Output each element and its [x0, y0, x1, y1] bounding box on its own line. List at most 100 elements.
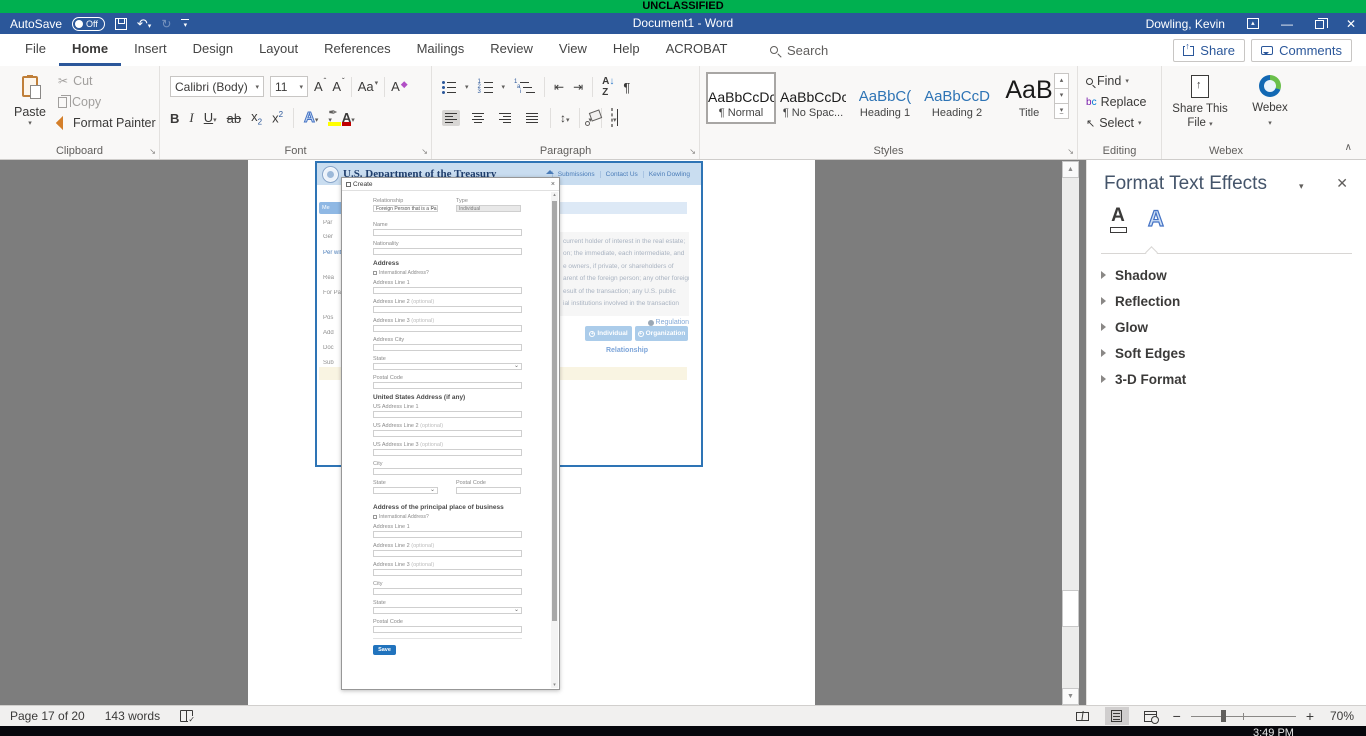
tab-references[interactable]: References — [311, 34, 403, 66]
undo-button[interactable]: ↶▾ — [137, 15, 151, 33]
numbering-button[interactable]: 1 2 3 — [478, 81, 493, 94]
zoom-in-button[interactable]: + — [1306, 708, 1314, 724]
panel-section-shadow[interactable]: Shadow — [1101, 262, 1356, 288]
multilevel-list-button[interactable]: 1 a i — [514, 81, 535, 94]
replace-button[interactable]: bc Replace — [1086, 95, 1146, 109]
panel-section-reflection[interactable]: Reflection — [1101, 288, 1356, 314]
style-heading-2[interactable]: AaBbCcDHeading 2 — [922, 72, 992, 124]
copy-button[interactable]: Copy — [58, 95, 156, 109]
scroll-down-button[interactable]: ▼ — [1062, 688, 1079, 705]
shrink-font-button[interactable]: Aˇ — [332, 79, 344, 94]
create-modal-screenshot[interactable]: Create × RelationshipForeign Person that… — [341, 177, 560, 690]
superscript-button[interactable]: x2 — [272, 110, 283, 125]
tab-design[interactable]: Design — [180, 34, 246, 66]
change-case-button[interactable]: Aa▾ — [358, 79, 378, 94]
close-button[interactable]: ✕ — [1346, 18, 1356, 30]
save-icon[interactable] — [115, 18, 127, 30]
tab-home[interactable]: Home — [59, 34, 121, 66]
tab-insert[interactable]: Insert — [121, 34, 180, 66]
styles-dialog-launcher[interactable]: ↘ — [1067, 147, 1074, 156]
align-left-button[interactable] — [442, 110, 460, 126]
styles-more-icon[interactable]: ▾̲ — [1054, 103, 1069, 119]
select-button[interactable]: ↖ Select ▾ — [1086, 116, 1146, 130]
style-no-spac[interactable]: AaBbCcDc¶ No Spac... — [778, 72, 848, 124]
cut-button[interactable]: ✂ Cut — [58, 74, 156, 88]
panel-section-soft-edges[interactable]: Soft Edges — [1101, 340, 1356, 366]
page-indicator[interactable]: Page 17 of 20 — [10, 709, 85, 723]
bullets-caret-icon[interactable]: ▾ — [465, 83, 469, 91]
panel-section-3-d-format[interactable]: 3-D Format — [1101, 366, 1356, 392]
grow-font-button[interactable]: Aˆ — [314, 79, 326, 94]
style-heading-1[interactable]: AaBbC(Heading 1 — [850, 72, 920, 124]
clipboard-dialog-launcher[interactable]: ↘ — [149, 147, 156, 156]
subscript-button[interactable]: x2 — [251, 109, 262, 127]
align-right-button[interactable] — [496, 110, 514, 126]
proofing-icon[interactable] — [180, 710, 193, 722]
text-effects-button[interactable]: A▾ — [304, 109, 318, 127]
autosave-toggle[interactable]: Off — [72, 17, 105, 31]
tab-view[interactable]: View — [546, 34, 600, 66]
increase-indent-button[interactable]: ⇥ — [573, 80, 583, 94]
shading-button[interactable]: ▾ — [589, 109, 593, 127]
italic-button[interactable]: I — [189, 110, 193, 126]
styles-scroll-down-icon[interactable]: ▾ — [1054, 88, 1069, 104]
search-box[interactable]: Search — [770, 34, 828, 66]
borders-button[interactable]: ▾ — [611, 109, 617, 127]
user-name[interactable]: Dowling, Kevin — [1146, 17, 1225, 31]
print-layout-button[interactable] — [1105, 707, 1129, 725]
show-hide-paragraph-button[interactable]: ¶ — [623, 80, 630, 95]
highlight-button[interactable]: ▾ — [328, 109, 332, 127]
justify-button[interactable] — [523, 110, 541, 126]
panel-caret-icon[interactable]: ▾ — [1299, 181, 1304, 192]
scroll-thumb[interactable] — [1062, 590, 1079, 627]
zoom-slider-thumb[interactable] — [1221, 710, 1226, 722]
text-effects-tab[interactable]: A — [1143, 206, 1169, 232]
minimize-button[interactable]: — — [1281, 18, 1293, 30]
document-scrollbar[interactable]: ▲ ▼ — [1062, 161, 1079, 705]
underline-button[interactable]: U▾ — [204, 109, 217, 127]
format-painter-button[interactable]: Format Painter — [58, 116, 156, 130]
tab-file[interactable]: File — [12, 34, 59, 66]
customize-qat-button[interactable]: ▾ — [181, 19, 189, 29]
text-fill-outline-tab[interactable]: A — [1105, 206, 1131, 233]
decrease-indent-button[interactable]: ⇤ — [554, 80, 564, 94]
numbering-caret-icon[interactable]: ▾ — [502, 83, 506, 91]
web-layout-button[interactable] — [1139, 707, 1163, 725]
tab-mailings[interactable]: Mailings — [404, 34, 478, 66]
styles-scroll-up-icon[interactable]: ▴ — [1054, 73, 1069, 89]
panel-section-glow[interactable]: Glow — [1101, 314, 1356, 340]
restore-button[interactable] — [1315, 20, 1324, 29]
clear-formatting-button[interactable]: A◆ — [391, 79, 408, 94]
find-button[interactable]: Find ▾ — [1086, 74, 1146, 88]
comments-button[interactable]: Comments — [1251, 39, 1352, 62]
paste-button[interactable]: Paste ▾ — [8, 74, 52, 146]
zoom-out-button[interactable]: − — [1173, 708, 1181, 724]
collapse-ribbon-icon[interactable]: ∧ — [1345, 142, 1352, 153]
tab-acrobat[interactable]: ACROBAT — [653, 34, 741, 66]
panel-close-icon[interactable]: ✕ — [1336, 175, 1348, 192]
read-mode-button[interactable] — [1071, 707, 1095, 725]
zoom-level[interactable]: 70% — [1324, 709, 1354, 723]
share-button[interactable]: Share — [1173, 39, 1245, 62]
bold-button[interactable]: B — [170, 111, 179, 126]
tab-help[interactable]: Help — [600, 34, 653, 66]
font-color-button[interactable]: A▾ — [342, 109, 355, 127]
sort-button[interactable]: A↓Z — [602, 76, 614, 98]
align-center-button[interactable] — [469, 110, 487, 126]
font-size-combo[interactable]: 11 ▾ — [270, 76, 308, 97]
word-count[interactable]: 143 words — [105, 709, 160, 723]
share-this-file-button[interactable]: Share This File ▾ — [1172, 72, 1228, 132]
strikethrough-button[interactable]: ab — [227, 111, 241, 126]
ribbon-display-options-icon[interactable]: ▴ — [1247, 18, 1259, 29]
redo-icon[interactable]: ↻ — [161, 17, 171, 31]
line-spacing-button[interactable]: ↕▾ — [560, 109, 570, 127]
zoom-slider[interactable] — [1191, 709, 1296, 723]
bullets-button[interactable] — [442, 81, 456, 94]
tab-review[interactable]: Review — [477, 34, 546, 66]
font-dialog-launcher[interactable]: ↘ — [421, 147, 428, 156]
scroll-up-button[interactable]: ▲ — [1062, 161, 1079, 178]
paragraph-dialog-launcher[interactable]: ↘ — [689, 147, 696, 156]
tab-layout[interactable]: Layout — [246, 34, 311, 66]
font-family-combo[interactable]: Calibri (Body) ▾ — [170, 76, 264, 97]
style-normal[interactable]: AaBbCcDc¶ Normal — [706, 72, 776, 124]
